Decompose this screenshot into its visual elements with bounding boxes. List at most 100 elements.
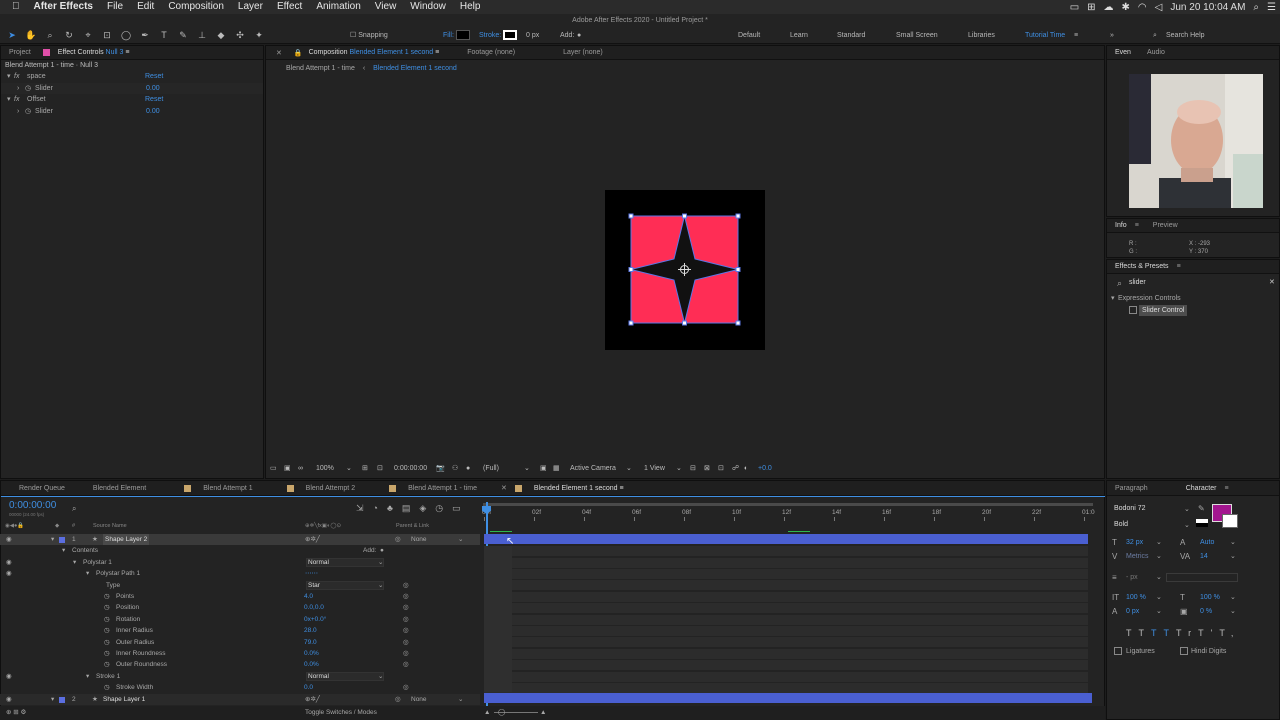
camera-tool-icon[interactable]: ⌖	[81, 29, 95, 41]
zoom-out-icon[interactable]: ▲	[484, 706, 490, 720]
stroke-width-value[interactable]: - px	[1126, 574, 1138, 581]
tab-timeline-blend-attempt-1[interactable]: Blend Attempt 1	[195, 485, 260, 492]
timeline-property-row[interactable]: ◷ Outer Radius 79.0 ◎	[0, 637, 480, 648]
property-value[interactable]: 0.0%	[304, 659, 319, 670]
menu-animation[interactable]: Animation	[309, 0, 367, 14]
stopwatch-icon[interactable]: ◷	[25, 106, 31, 118]
timeline-track[interactable]	[484, 682, 1088, 693]
clock-text[interactable]: Jun 20 10:04 AM	[1170, 2, 1245, 13]
zoom-dropdown[interactable]: 100%	[316, 460, 334, 477]
search-help-input[interactable]: Search Help	[1166, 27, 1205, 44]
chevron-down-icon[interactable]: ⌄	[1156, 593, 1162, 601]
add-icon[interactable]: ●	[380, 545, 384, 556]
stopwatch-icon[interactable]: ◷	[104, 637, 110, 648]
hindi-digits-checkbox[interactable]	[1180, 647, 1188, 655]
layer-switch-icons[interactable]: ⊕✲╱	[305, 694, 320, 705]
chevron-down-icon[interactable]: ⌄	[524, 460, 530, 477]
tab-footage[interactable]: Footage (none)	[447, 49, 523, 56]
disclosure-down-icon[interactable]: ▾	[7, 71, 11, 83]
chevron-down-icon[interactable]: ⌄	[1156, 552, 1162, 560]
text-style-buttons[interactable]: TTTTTrT'T,	[1126, 628, 1240, 638]
chevron-down-icon[interactable]: ⌄	[1230, 538, 1236, 546]
timeline-track[interactable]	[484, 614, 1088, 625]
chevron-down-icon[interactable]: ⌄	[1230, 607, 1236, 615]
baseline-shift-value[interactable]: 0 px	[1126, 608, 1139, 615]
menu-window[interactable]: Window	[403, 0, 453, 14]
expression-pickwhip-icon[interactable]: ◎	[403, 659, 409, 670]
toggle-pixel-icon[interactable]: ⊟	[690, 460, 696, 477]
label-color-swatch[interactable]	[59, 696, 65, 703]
disclosure-down-icon[interactable]: ▾	[51, 534, 54, 545]
show-snapshot-icon[interactable]: ⚇	[452, 460, 458, 477]
fill-swatch[interactable]	[456, 30, 470, 40]
stopwatch-icon[interactable]: ◷	[104, 682, 110, 693]
fx-badge[interactable]: fx	[14, 94, 19, 106]
stroke-color-swatch[interactable]	[1222, 514, 1238, 528]
disclosure-right-icon[interactable]: ›	[17, 83, 19, 95]
menu-view[interactable]: View	[368, 0, 404, 14]
effects-search-input[interactable]: slider	[1129, 279, 1146, 286]
apple-icon[interactable]: 	[0, 0, 27, 14]
visibility-eye-icon[interactable]: ◉	[6, 694, 12, 705]
chevron-down-icon[interactable]: ⌄	[1230, 552, 1236, 560]
timeline-track[interactable]	[484, 568, 1088, 579]
puppet-tool-icon[interactable]: ✦	[252, 29, 266, 41]
comp-flowchart-icon[interactable]: ⊕ ⊞ ⚙	[6, 706, 26, 720]
panel-menu-icon[interactable]: ≡	[619, 485, 623, 492]
timeline-track[interactable]	[484, 546, 1088, 557]
layer-name[interactable]: Shape Layer 2	[103, 534, 150, 546]
menu-edit[interactable]: Edit	[130, 0, 161, 14]
slider-row[interactable]: › ◷ Slider 0.00	[1, 82, 263, 95]
chevron-down-icon[interactable]: ⌄	[1184, 521, 1190, 529]
label-column-icon[interactable]: ◆	[55, 521, 59, 532]
disclosure-down-icon[interactable]: ▾	[86, 671, 89, 682]
disclosure-down-icon[interactable]: ▾	[73, 557, 76, 568]
tab-effect-controls[interactable]: Effect Controls Null 3 ≡	[54, 49, 138, 56]
tab-info[interactable]: Info	[1107, 222, 1135, 229]
pickwhip-icon[interactable]: ◎	[395, 694, 401, 705]
panel-menu-icon[interactable]: ≡	[125, 49, 129, 56]
tab-layer[interactable]: Layer (none)	[523, 49, 611, 56]
workspace-default[interactable]: Default	[738, 27, 760, 44]
snapping-checkbox[interactable]: ☐ Snapping	[350, 27, 388, 44]
exposure-icon[interactable]: ◐	[744, 460, 748, 477]
view-layout-dropdown[interactable]: 1 View	[644, 460, 665, 477]
eraser-tool-icon[interactable]: ◆	[214, 29, 228, 41]
property-value[interactable]: 4.0	[304, 591, 313, 602]
timeline-layer-row[interactable]: ◉ ▾ 1 ★ Shape Layer 2 ⊕✲╱ ◎ None ⌄	[0, 534, 480, 546]
chevron-down-icon[interactable]: ⌄	[458, 694, 463, 705]
exposure-value[interactable]: +0.0	[758, 460, 772, 477]
tab-paragraph[interactable]: Paragraph	[1107, 485, 1156, 492]
panel-menu-icon[interactable]: ≡	[1224, 485, 1228, 492]
disclosure-down-icon[interactable]: ▾	[86, 568, 89, 579]
stopwatch-icon[interactable]: ◷	[104, 591, 110, 602]
property-value[interactable]: 0.0	[304, 682, 313, 693]
stroke-width[interactable]: 0 px	[526, 27, 539, 44]
chevron-right-icon[interactable]: »	[1110, 27, 1114, 44]
close-tab-icon[interactable]: ✕	[266, 49, 290, 57]
tab-composition[interactable]: Composition Blended Element 1 second ≡	[307, 49, 448, 56]
tab-even[interactable]: Even	[1107, 49, 1139, 56]
chevron-down-icon[interactable]: ⌄	[378, 557, 383, 568]
chevron-down-icon[interactable]: ⌄	[1230, 593, 1236, 601]
timeline-track[interactable]	[484, 603, 1088, 614]
disclosure-down-icon[interactable]: ▾	[1111, 293, 1115, 304]
timeline-property-row[interactable]: ◷ Inner Radius 28.0 ◎	[0, 625, 480, 636]
color-channel-icon[interactable]: ●	[466, 460, 470, 477]
timeline-track[interactable]	[484, 637, 1088, 648]
timecode-display[interactable]: 0:00:00:00	[394, 460, 427, 477]
transparency-icon[interactable]: ▦	[553, 460, 560, 477]
expression-pickwhip-icon[interactable]: ◎	[403, 602, 409, 613]
tsume-value[interactable]: 0 %	[1200, 608, 1212, 615]
category-row[interactable]: ▾ Expression Controls	[1107, 293, 1279, 304]
stroke-style-dropdown[interactable]	[1166, 573, 1238, 582]
type-tool-icon[interactable]: T	[157, 29, 171, 41]
workspace-menu-icon[interactable]: ≡	[1074, 27, 1078, 44]
chevron-down-icon[interactable]: ⌄	[1156, 573, 1162, 581]
bluetooth-icon[interactable]: ✱	[1122, 2, 1130, 13]
visibility-eye-icon[interactable]: ◉	[6, 671, 12, 682]
chevron-down-icon[interactable]: ⌄	[346, 460, 352, 477]
roi-icon[interactable]: ▣	[540, 460, 547, 477]
ligatures-checkbox[interactable]	[1114, 647, 1122, 655]
disclosure-down-icon[interactable]: ▾	[51, 694, 54, 705]
